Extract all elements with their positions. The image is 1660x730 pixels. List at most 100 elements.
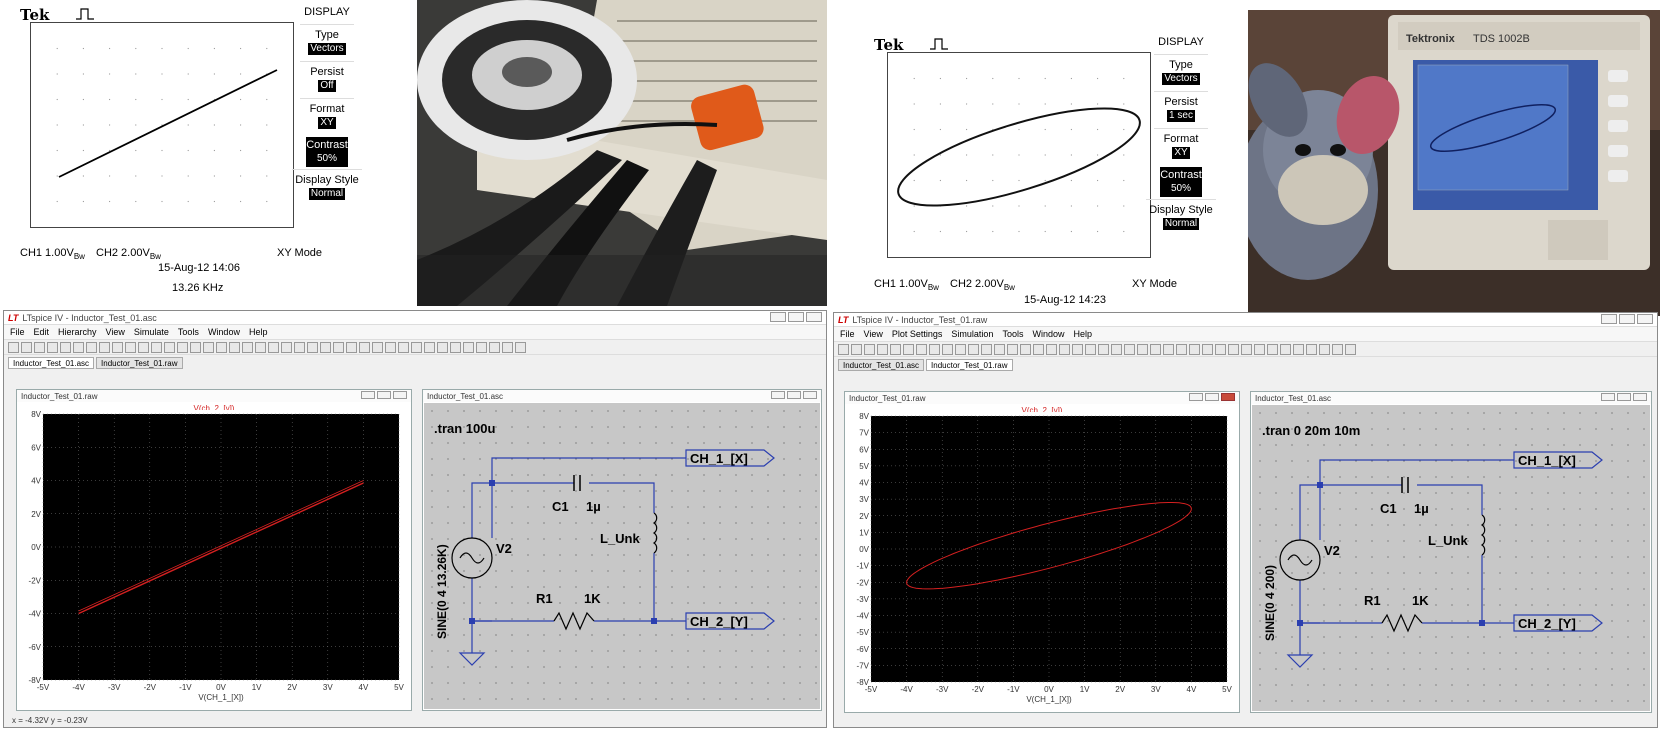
toolbar-tool-icon[interactable]	[1046, 343, 1057, 355]
toolbar-tool-icon[interactable]	[398, 341, 409, 353]
toolbar-tool-icon[interactable]	[476, 341, 487, 353]
toolbar-tool-icon[interactable]	[1345, 343, 1356, 355]
toolbar-tool-icon[interactable]	[502, 341, 513, 353]
toolbar-tool-icon[interactable]	[1228, 343, 1239, 355]
menu-tools[interactable]: Tools	[1002, 329, 1023, 339]
toolbar-tool-icon[interactable]	[255, 341, 266, 353]
toolbar-tool-icon[interactable]	[1137, 343, 1148, 355]
toolbar-tool-icon[interactable]	[268, 341, 279, 353]
toolbar-tool-icon[interactable]	[203, 341, 214, 353]
toolbar-tool-icon[interactable]	[424, 341, 435, 353]
toolbar-tool-icon[interactable]	[1007, 343, 1018, 355]
menu-file[interactable]: File	[840, 329, 855, 339]
schematic-canvas[interactable]: .tran 0 20m 10m C1 1µ L_Unk R1 1K V2 SINE(0 4 2…	[1252, 405, 1650, 711]
toolbar-tool-icon[interactable]	[190, 341, 201, 353]
close-button[interactable]	[1221, 393, 1235, 401]
toolbar-tool-icon[interactable]	[1072, 343, 1083, 355]
minimize-button[interactable]	[771, 391, 785, 399]
toolbar-tool-icon[interactable]	[1020, 343, 1031, 355]
maximize-button[interactable]	[788, 312, 804, 322]
menu-plot-settings[interactable]: Plot Settings	[892, 329, 943, 339]
toolbar-tool-icon[interactable]	[981, 343, 992, 355]
toolbar-tool-icon[interactable]	[372, 341, 383, 353]
toolbar-tool-icon[interactable]	[333, 341, 344, 353]
toolbar-tool-icon[interactable]	[1254, 343, 1265, 355]
toolbar-tool-icon[interactable]	[86, 341, 97, 353]
tab-schematic[interactable]: Inductor_Test_01.asc	[8, 357, 95, 369]
toolbar-tool-icon[interactable]	[385, 341, 396, 353]
menu-item-contrast[interactable]: Contrast 50%	[1160, 167, 1202, 197]
toolbar-tool-icon[interactable]	[864, 343, 875, 355]
menu-item-type[interactable]: Type Vectors	[300, 24, 354, 61]
toolbar-tool-icon[interactable]	[99, 341, 110, 353]
menu-edit[interactable]: Edit	[34, 327, 50, 337]
toolbar-tool-icon[interactable]	[1267, 343, 1278, 355]
menu-item-persist[interactable]: Persist Off	[300, 61, 354, 98]
waveform-plot[interactable]: -5V -4V -3V -2V -1V 0V 1V 2V 3V 4V 5V8V6V4V2V0V-2V…	[17, 410, 411, 710]
toolbar-tool-icon[interactable]	[1124, 343, 1135, 355]
menu-help[interactable]: Help	[1073, 329, 1092, 339]
maximize-button[interactable]	[787, 391, 801, 399]
minimize-button[interactable]	[1601, 393, 1615, 401]
toolbar-tool-icon[interactable]	[994, 343, 1005, 355]
toolbar-tool-icon[interactable]	[359, 341, 370, 353]
toolbar-tool-icon[interactable]	[1215, 343, 1226, 355]
toolbar-tool-icon[interactable]	[21, 341, 32, 353]
toolbar-tool-icon[interactable]	[955, 343, 966, 355]
toolbar-tool-icon[interactable]	[489, 341, 500, 353]
toolbar-tool-icon[interactable]	[281, 341, 292, 353]
maximize-button[interactable]	[1617, 393, 1631, 401]
toolbar-tool-icon[interactable]	[437, 341, 448, 353]
toolbar-tool-icon[interactable]	[320, 341, 331, 353]
minimize-button[interactable]	[1601, 314, 1617, 324]
menu-view[interactable]: View	[106, 327, 125, 337]
menu-item-contrast[interactable]: Contrast 50%	[306, 137, 348, 167]
toolbar-tool-icon[interactable]	[515, 341, 526, 353]
menu-item-type[interactable]: Type Vectors	[1154, 54, 1208, 91]
toolbar-tool-icon[interactable]	[164, 341, 175, 353]
toolbar-tool-icon[interactable]	[1163, 343, 1174, 355]
menu-simulation[interactable]: Simulation	[951, 329, 993, 339]
toolbar-tool-icon[interactable]	[1085, 343, 1096, 355]
toolbar-tool-icon[interactable]	[47, 341, 58, 353]
toolbar-tool-icon[interactable]	[1202, 343, 1213, 355]
tab-waveform[interactable]: Inductor_Test_01.raw	[96, 357, 183, 369]
menu-hierarchy[interactable]: Hierarchy	[58, 327, 97, 337]
toolbar-tool-icon[interactable]	[838, 343, 849, 355]
toolbar-tool-icon[interactable]	[307, 341, 318, 353]
toolbar-tool-icon[interactable]	[34, 341, 45, 353]
toolbar-tool-icon[interactable]	[1189, 343, 1200, 355]
toolbar-tool-icon[interactable]	[1332, 343, 1343, 355]
minimize-button[interactable]	[361, 391, 375, 399]
toolbar-tool-icon[interactable]	[229, 341, 240, 353]
toolbar-tool-icon[interactable]	[1059, 343, 1070, 355]
minimize-button[interactable]	[770, 312, 786, 322]
minimize-button[interactable]	[1189, 393, 1203, 401]
menu-item-format[interactable]: Format XY	[300, 98, 354, 135]
toolbar-tool-icon[interactable]	[112, 341, 123, 353]
toolbar-tool-icon[interactable]	[151, 341, 162, 353]
schematic-canvas[interactable]: .tran 100u C1 1µ L_Unk R1 1K V2 SINE(0 4 13.26K…	[424, 403, 820, 709]
tab-schematic[interactable]: Inductor_Test_01.asc	[838, 359, 925, 371]
toolbar-tool-icon[interactable]	[216, 341, 227, 353]
toolbar-tool-icon[interactable]	[968, 343, 979, 355]
toolbar-tool-icon[interactable]	[916, 343, 927, 355]
toolbar-tool-icon[interactable]	[411, 341, 422, 353]
toolbar-tool-icon[interactable]	[177, 341, 188, 353]
toolbar-tool-icon[interactable]	[242, 341, 253, 353]
toolbar-tool-icon[interactable]	[890, 343, 901, 355]
toolbar-tool-icon[interactable]	[294, 341, 305, 353]
waveform-plot[interactable]: -5V -4V -3V -2V -1V 0V 1V 2V 3V 4V 5V 8V 7V 6V 5V 4V 3V 2…	[845, 412, 1239, 712]
toolbar-tool-icon[interactable]	[1280, 343, 1291, 355]
toolbar-tool-icon[interactable]	[138, 341, 149, 353]
toolbar-tool-icon[interactable]	[8, 341, 19, 353]
menu-item-persist[interactable]: Persist 1 sec	[1154, 91, 1208, 128]
toolbar-tool-icon[interactable]	[463, 341, 474, 353]
maximize-button[interactable]	[1205, 393, 1219, 401]
close-button[interactable]	[1633, 393, 1647, 401]
close-button[interactable]	[803, 391, 817, 399]
menu-help[interactable]: Help	[249, 327, 268, 337]
menu-simulate[interactable]: Simulate	[134, 327, 169, 337]
toolbar-tool-icon[interactable]	[60, 341, 71, 353]
toolbar-tool-icon[interactable]	[1033, 343, 1044, 355]
